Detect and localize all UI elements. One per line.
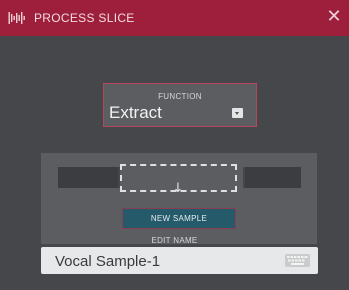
window-title: PROCESS SLICE <box>34 11 135 25</box>
edit-name-label: EDIT NAME <box>151 236 198 245</box>
down-arrow-icon: ↓ <box>172 181 184 196</box>
function-label: FUNCTION <box>158 92 202 101</box>
function-dropdown[interactable]: FUNCTION Extract <box>103 83 257 127</box>
slice-segment-left <box>58 167 118 188</box>
function-value: Extract <box>109 103 162 122</box>
name-field[interactable]: Vocal Sample-1 <box>41 247 318 274</box>
dropdown-icon[interactable] <box>232 108 243 118</box>
new-sample-button[interactable]: NEW SAMPLE <box>122 208 236 229</box>
waveform-icon <box>8 12 25 24</box>
slice-segment-right <box>245 167 301 188</box>
close-icon[interactable]: ✕ <box>325 8 343 26</box>
slice-area: ↓ NEW SAMPLE <box>41 153 317 244</box>
keyboard-icon[interactable] <box>285 254 310 267</box>
title-bar: PROCESS SLICE ✕ <box>0 0 349 36</box>
main-panel: FUNCTION Extract ↓ NEW SAMPLE EDIT NAME … <box>0 36 349 290</box>
name-value: Vocal Sample-1 <box>55 253 161 270</box>
